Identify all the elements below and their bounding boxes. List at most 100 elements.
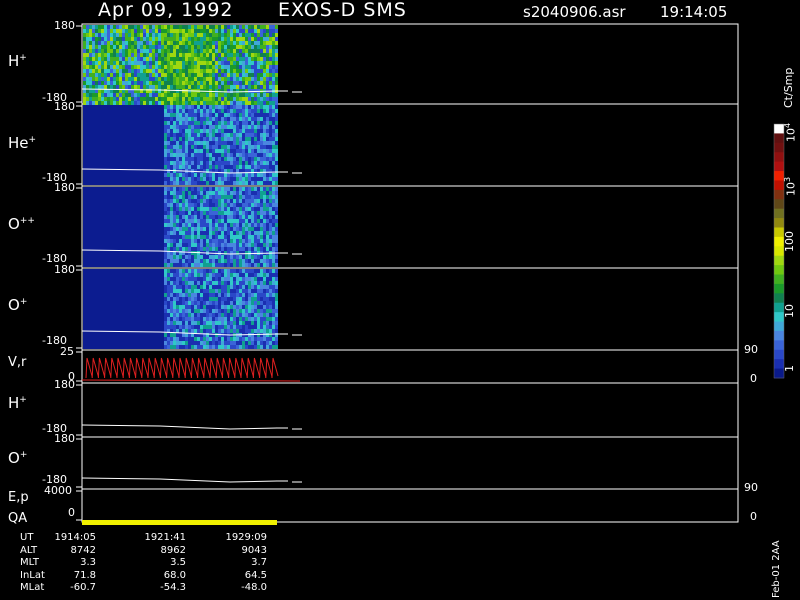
heat-cell	[86, 337, 89, 341]
heat-cell	[233, 191, 236, 195]
heat-cell	[164, 203, 167, 207]
heat-cell	[104, 81, 107, 85]
heat-cell	[164, 97, 167, 101]
heat-cell	[221, 345, 224, 349]
heat-cell	[134, 129, 137, 133]
heat-cell	[146, 29, 149, 33]
heat-cell	[188, 313, 191, 317]
heat-cell	[266, 109, 269, 113]
heat-cell	[239, 53, 242, 57]
heat-cell	[116, 325, 119, 329]
heat-cell	[188, 53, 191, 57]
heat-cell	[104, 191, 107, 195]
heat-cell	[227, 293, 230, 297]
heat-cell	[221, 281, 224, 285]
heat-cell	[152, 125, 155, 129]
heat-cell	[149, 121, 152, 125]
heat-cell	[212, 57, 215, 61]
heat-cell	[113, 37, 116, 41]
heat-cell	[89, 345, 92, 349]
heat-cell	[146, 235, 149, 239]
heat-cell	[146, 281, 149, 285]
heat-cell	[122, 113, 125, 117]
heat-cell	[233, 215, 236, 219]
heat-cell	[128, 121, 131, 125]
heat-cell	[263, 173, 266, 177]
heat-cell	[188, 141, 191, 145]
heat-cell	[167, 73, 170, 77]
heat-cell	[128, 93, 131, 97]
heat-cell	[260, 243, 263, 247]
heat-cell	[173, 93, 176, 97]
heat-cell	[245, 85, 248, 89]
heat-cell	[251, 65, 254, 69]
heat-cell	[134, 305, 137, 309]
heat-cell	[272, 145, 275, 149]
heat-cell	[233, 137, 236, 141]
heat-cell	[95, 117, 98, 121]
heat-cell	[176, 97, 179, 101]
heat-cell	[107, 49, 110, 53]
heat-cell	[95, 69, 98, 73]
heat-cell	[236, 157, 239, 161]
heat-cell	[167, 227, 170, 231]
heat-cell	[155, 81, 158, 85]
heat-cell	[125, 65, 128, 69]
heat-cell	[179, 263, 182, 267]
heat-cell	[173, 243, 176, 247]
heat-cell	[176, 181, 179, 185]
heat-cell	[197, 223, 200, 227]
heat-cell	[119, 251, 122, 255]
heat-cell	[104, 227, 107, 231]
heat-cell	[206, 191, 209, 195]
heat-cell	[215, 145, 218, 149]
heat-cell	[164, 69, 167, 73]
heat-cell	[164, 161, 167, 165]
heat-cell	[227, 65, 230, 69]
heat-cell	[233, 93, 236, 97]
heat-cell	[206, 181, 209, 185]
heat-cell	[194, 53, 197, 57]
heat-cell	[140, 145, 143, 149]
heat-cell	[173, 325, 176, 329]
heat-cell	[254, 65, 257, 69]
heat-cell	[134, 93, 137, 97]
heat-cell	[131, 153, 134, 157]
heat-cell	[164, 153, 167, 157]
heat-cell	[128, 235, 131, 239]
heat-cell	[206, 215, 209, 219]
heat-cell	[188, 345, 191, 349]
heat-cell	[122, 177, 125, 181]
heat-cell	[191, 149, 194, 153]
heat-cell	[110, 29, 113, 33]
heat-cell	[113, 219, 116, 223]
heat-cell	[227, 305, 230, 309]
heat-cell	[155, 277, 158, 281]
heat-cell	[92, 65, 95, 69]
heat-cell	[158, 45, 161, 49]
heat-cell	[107, 145, 110, 149]
heat-cell	[152, 227, 155, 231]
heat-cell	[266, 165, 269, 169]
heat-cell	[170, 243, 173, 247]
heat-cell	[191, 259, 194, 263]
heat-cell	[95, 281, 98, 285]
heat-cell	[227, 187, 230, 191]
heat-cell	[143, 53, 146, 57]
heat-cell	[203, 145, 206, 149]
heat-cell	[179, 165, 182, 169]
heat-cell	[149, 57, 152, 61]
heat-cell	[179, 301, 182, 305]
heat-cell	[170, 297, 173, 301]
heat-cell	[134, 239, 137, 243]
heat-cell	[173, 113, 176, 117]
heat-cell	[239, 293, 242, 297]
heat-cell	[188, 317, 191, 321]
heat-cell	[251, 165, 254, 169]
heat-cell	[122, 325, 125, 329]
heat-cell	[107, 337, 110, 341]
heat-cell	[161, 211, 164, 215]
heat-cell	[209, 81, 212, 85]
heat-cell	[179, 269, 182, 273]
heat-cell	[104, 157, 107, 161]
